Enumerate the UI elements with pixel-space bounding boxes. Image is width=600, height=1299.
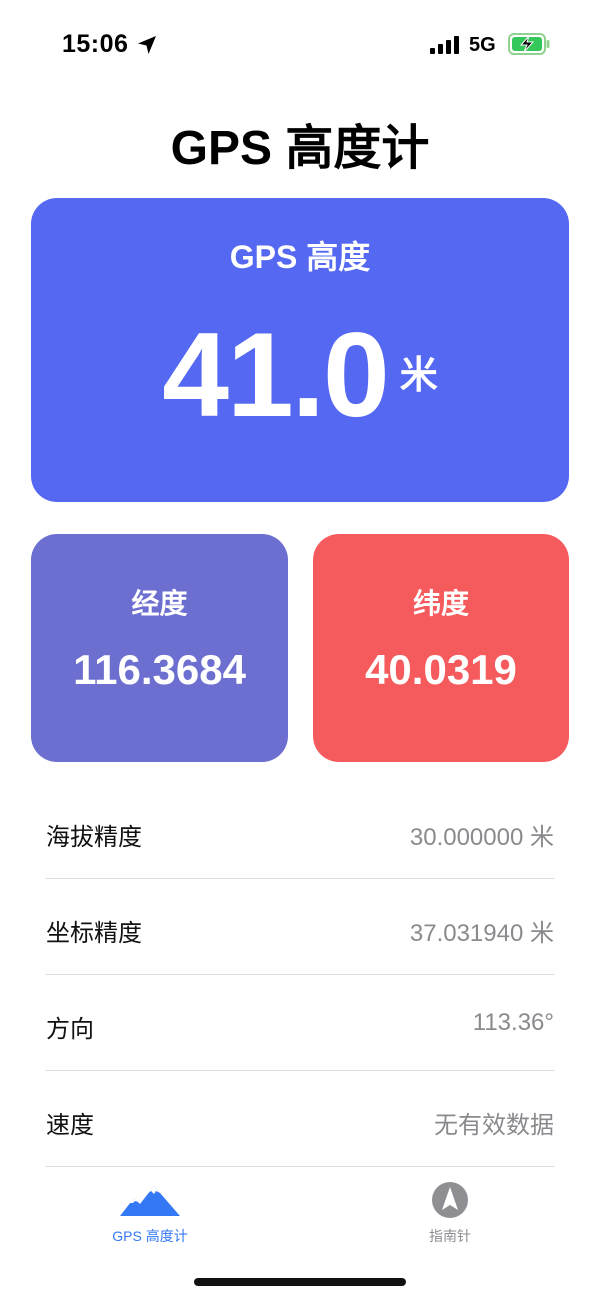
network-type: 5G [469,34,496,56]
latitude-label: 纬度 [412,588,469,619]
mountain-icon [120,1186,180,1216]
detail-row-coordinate-accuracy: 坐标精度 37.031940 米 [46,879,554,975]
longitude-card: 经度 116.3684 [31,534,288,762]
altitude-label: GPS 高度 [229,239,371,275]
compass-icon [432,1182,468,1218]
detail-label: 坐标精度 [46,920,142,947]
detail-label: 方向 [46,1016,94,1043]
tab-compass-label: 指南针 [429,1228,471,1244]
detail-row-altitude-accuracy: 海拔精度 30.000000 米 [46,783,554,879]
detail-row-speed: 速度 无有效数据 [46,1071,554,1167]
latitude-card: 纬度 40.0319 [313,534,569,762]
altitude-value: 41.0 [162,308,390,442]
altitude-unit: 米 [399,355,438,397]
signal-icon [430,36,459,54]
latitude-value: 40.0319 [365,646,517,693]
detail-value: 30.000000 米 [409,824,554,851]
tab-altimeter-label: GPS 高度计 [112,1228,188,1244]
longitude-value: 116.3684 [73,646,246,693]
longitude-label: 经度 [131,588,188,619]
altitude-card: GPS 高度 41.0 米 [31,198,569,502]
tab-compass[interactable]: 指南针 [370,1180,530,1246]
detail-row-heading: 方向 113.36° [46,975,554,1071]
tab-altimeter[interactable]: GPS 高度计 [70,1180,230,1246]
battery-charging-icon [508,33,550,55]
page-title: GPS 高度计 [170,122,430,175]
detail-value: 37.031940 米 [409,920,554,947]
detail-label: 海拔精度 [46,824,142,851]
detail-value: 113.36° [472,1009,554,1036]
location-arrow-icon [138,36,156,54]
status-bar: 15:06 5G [0,0,600,90]
altitude-value-row: 41.0 米 [31,306,569,444]
detail-label: 速度 [46,1112,94,1139]
home-indicator [194,1278,406,1286]
detail-value: 无有效数据 [434,1112,554,1139]
status-time: 15:06 [62,30,129,58]
details-list: 海拔精度 30.000000 米 坐标精度 37.031940 米 方向 113… [46,783,554,1167]
